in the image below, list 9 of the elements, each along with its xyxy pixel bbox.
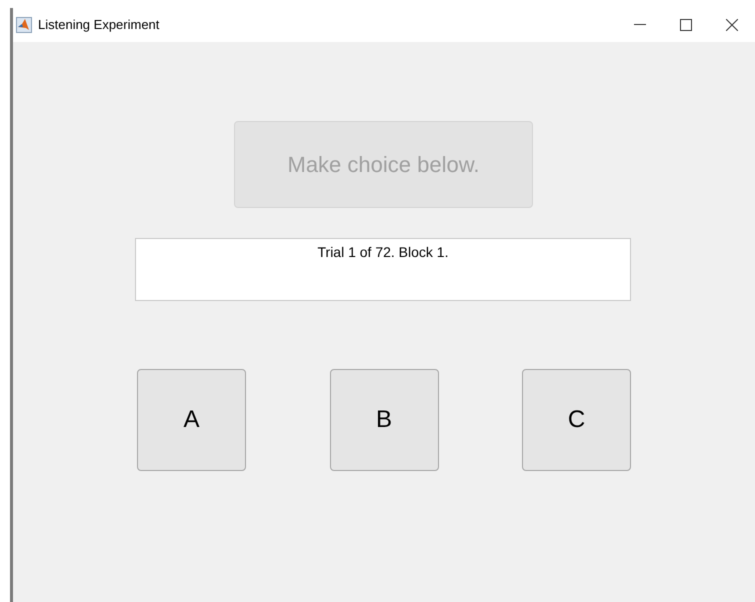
minimize-icon	[634, 24, 646, 26]
choice-button[interactable]: A	[137, 369, 246, 471]
status-text: Trial 1 of 72. Block 1.	[135, 238, 631, 301]
choice-button[interactable]: C	[522, 369, 631, 471]
choice-button[interactable]: B	[330, 369, 438, 471]
window-title: Listening Experiment	[38, 16, 160, 34]
app-logo-icon	[16, 17, 32, 33]
maximize-icon	[680, 19, 692, 31]
close-icon	[726, 19, 738, 31]
